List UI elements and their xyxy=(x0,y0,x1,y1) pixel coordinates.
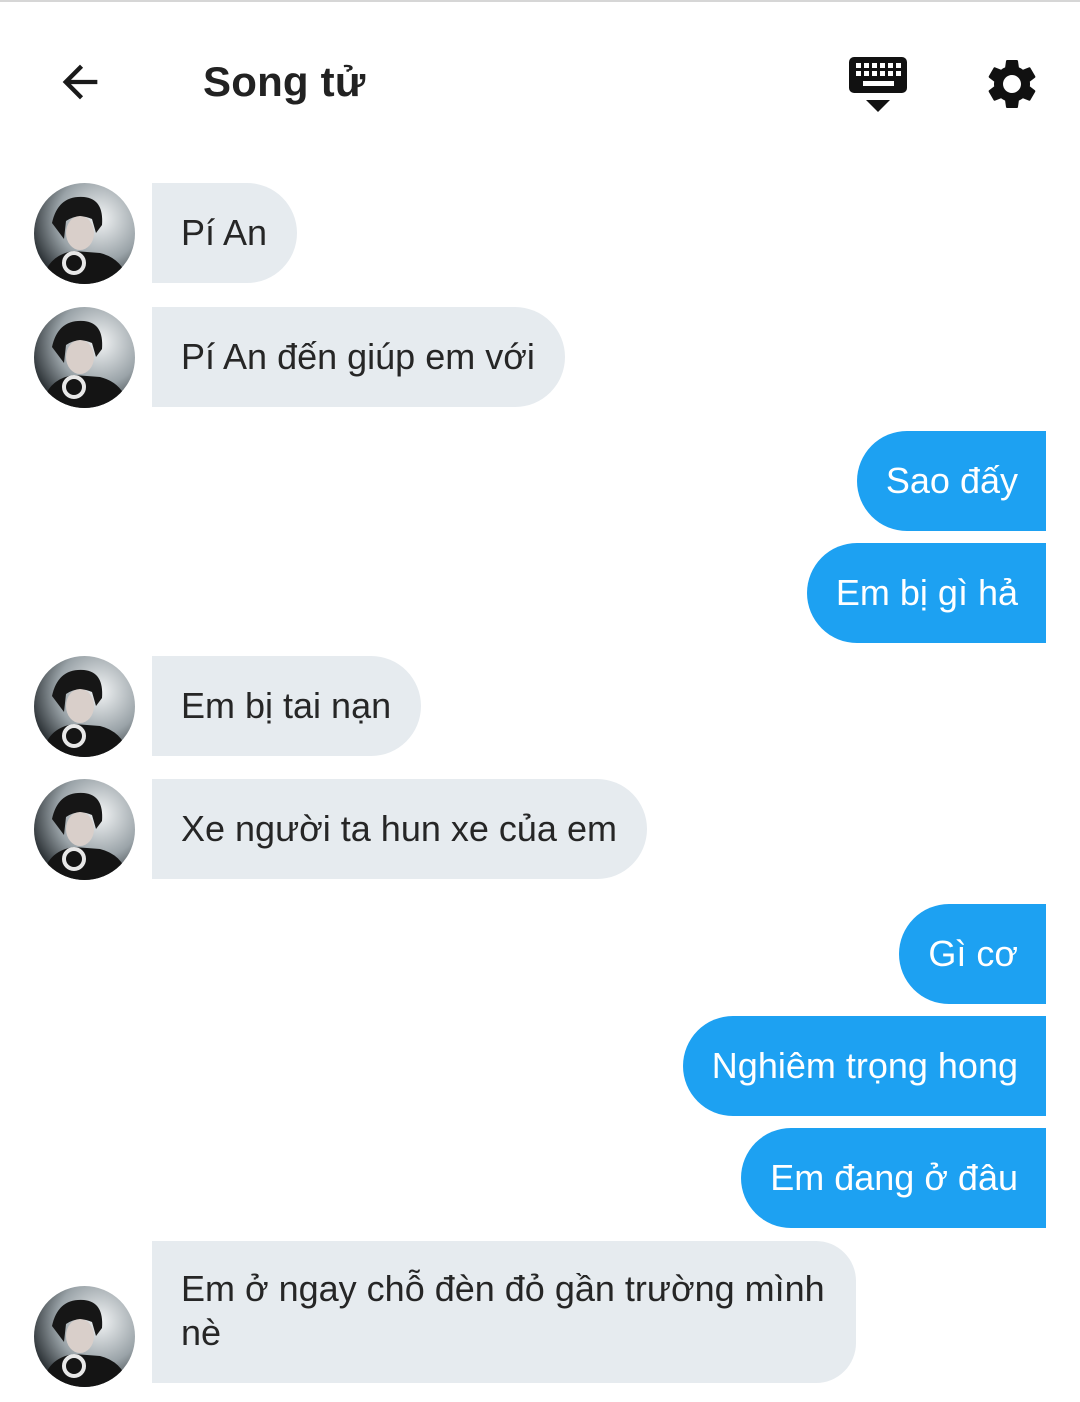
avatar-photo xyxy=(34,1286,135,1387)
chat-header: Song tử xyxy=(0,2,1080,162)
incoming-message-bubble: Em bị tai nạn xyxy=(152,656,422,756)
outgoing-message-bubble: Gì cơ xyxy=(899,904,1046,1004)
incoming-message-bubble: Pí An đến giúp em với xyxy=(152,307,565,407)
keyboard-toggle-button[interactable] xyxy=(846,54,910,116)
avatar[interactable] xyxy=(34,656,135,757)
avatar[interactable] xyxy=(34,183,135,284)
outgoing-message-bubble: Em bị gì hả xyxy=(806,543,1046,643)
incoming-message-bubble: Xe người ta hun xe của em xyxy=(152,779,647,879)
back-button[interactable] xyxy=(50,52,110,112)
avatar-photo xyxy=(34,779,135,880)
keyboard-hide-icon xyxy=(849,57,907,112)
outgoing-message-bubble: Sao đấy xyxy=(856,431,1046,531)
gear-icon xyxy=(988,59,1036,108)
page-title: Song tử xyxy=(203,58,366,105)
outgoing-message-bubble: Nghiêm trọng hong xyxy=(682,1016,1046,1116)
avatar[interactable] xyxy=(34,1286,135,1387)
settings-button[interactable] xyxy=(982,54,1042,114)
outgoing-message-bubble: Em đang ở đâu xyxy=(741,1128,1046,1228)
avatar[interactable] xyxy=(34,779,135,880)
avatar-photo xyxy=(34,307,135,408)
avatar-photo xyxy=(34,183,135,284)
avatar-photo xyxy=(34,656,135,757)
chat-screen: Song tử Pí An Pí An đến giúp em với Sao … xyxy=(0,0,1080,1402)
incoming-message-bubble: Em ở ngay chỗ đèn đỏ gần trường mình nè xyxy=(152,1241,856,1383)
incoming-message-bubble: Pí An xyxy=(152,183,298,283)
arrow-left-icon xyxy=(62,64,98,100)
avatar[interactable] xyxy=(34,307,135,408)
